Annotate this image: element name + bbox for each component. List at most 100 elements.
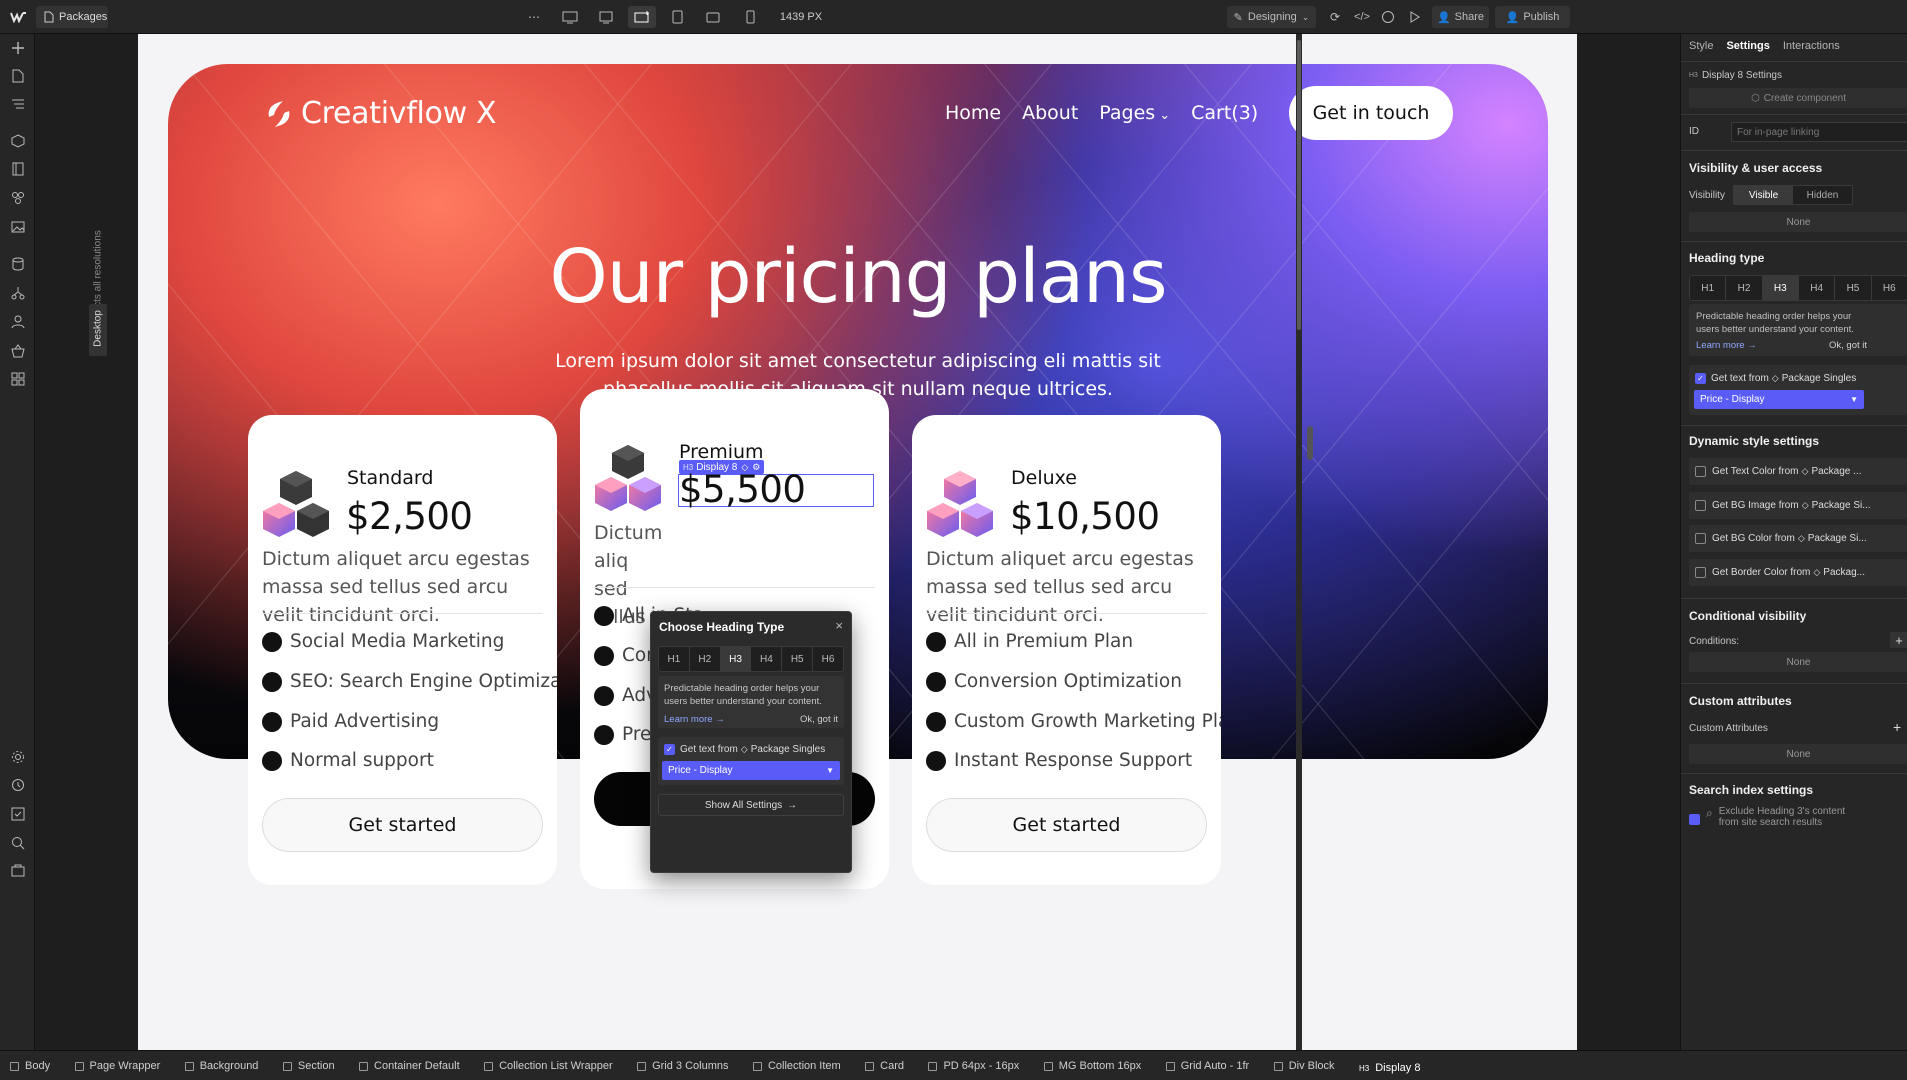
- webflow-logo-icon[interactable]: [8, 6, 30, 28]
- dynamic-bg-image[interactable]: Get BG Image from ◇ Package Si...: [1689, 492, 1907, 519]
- pages-icon[interactable]: [8, 66, 28, 86]
- tab-settings[interactable]: Settings: [1726, 40, 1769, 52]
- breadcrumb-item-current[interactable]: H3 Display 8: [1349, 1053, 1430, 1080]
- settings-gear-icon[interactable]: [8, 747, 28, 767]
- get-started-button[interactable]: Get started: [926, 798, 1207, 852]
- hidden-option[interactable]: Hidden: [1793, 186, 1852, 204]
- variables-icon[interactable]: [8, 188, 28, 208]
- ok-got-it-button[interactable]: Ok, got it: [800, 714, 838, 725]
- field-select[interactable]: Price - Display ▼: [662, 761, 840, 780]
- code-icon[interactable]: </>: [1352, 6, 1372, 28]
- breadcrumb-item[interactable]: Background: [175, 1051, 269, 1080]
- add-icon[interactable]: [8, 38, 28, 58]
- add-condition-icon[interactable]: +: [1890, 632, 1907, 648]
- canvas-scrollbar[interactable]: [1296, 34, 1302, 1050]
- share-button[interactable]: 👤 Share: [1432, 6, 1489, 28]
- dynamic-style-title[interactable]: Dynamic style settings: [1689, 434, 1819, 448]
- field-select[interactable]: Price - Display ▼: [1694, 390, 1864, 409]
- plan-price-selected[interactable]: $5,500: [678, 471, 874, 508]
- apps-icon[interactable]: [8, 369, 28, 389]
- heading-h4-option[interactable]: H4: [1799, 276, 1836, 300]
- components-icon[interactable]: [8, 131, 28, 151]
- heading-h5-option[interactable]: H5: [782, 647, 814, 671]
- heading-h6-option[interactable]: H6: [1872, 276, 1907, 300]
- users-icon[interactable]: [8, 312, 28, 332]
- learn-more-link[interactable]: Learn more →: [664, 714, 725, 725]
- checkbox[interactable]: [1695, 466, 1706, 477]
- tab-style[interactable]: Style: [1689, 40, 1713, 52]
- search-icon[interactable]: [8, 833, 28, 853]
- breadcrumb-item[interactable]: Grid Auto - 1fr: [1156, 1051, 1259, 1080]
- scrollbar-thumb[interactable]: [1297, 40, 1301, 330]
- custom-attributes-title[interactable]: Custom attributes: [1689, 694, 1792, 708]
- get-text-checkbox[interactable]: ✓: [1695, 373, 1706, 384]
- audit-icon[interactable]: [8, 775, 28, 795]
- breadcrumb-item[interactable]: Grid 3 Columns: [627, 1051, 738, 1080]
- breadcrumb-item[interactable]: Container Default: [349, 1051, 470, 1080]
- nav-cart[interactable]: Cart(3): [1191, 102, 1258, 124]
- assets-icon[interactable]: [8, 217, 28, 237]
- checkbox[interactable]: [1695, 500, 1706, 511]
- heading-h3-option[interactable]: H3: [720, 647, 752, 671]
- visibility-section-title[interactable]: Visibility & user access: [1689, 161, 1822, 175]
- breadcrumb-item[interactable]: Page Wrapper: [65, 1051, 171, 1080]
- cms-icon[interactable]: [8, 254, 28, 274]
- learn-more-link[interactable]: Learn more →: [1696, 340, 1757, 351]
- dynamic-bg-color[interactable]: Get BG Color from ◇ Package Si...: [1689, 525, 1907, 552]
- breakpoint-desktop-icon[interactable]: [594, 6, 618, 28]
- breadcrumb-item[interactable]: Collection Item: [743, 1051, 851, 1080]
- comment-icon[interactable]: [1378, 6, 1398, 28]
- checklist-icon[interactable]: [8, 804, 28, 824]
- help-icon[interactable]: [8, 861, 28, 881]
- create-component-button[interactable]: ⬡ Create component: [1689, 88, 1907, 108]
- heading-type-title[interactable]: Heading type: [1689, 251, 1764, 265]
- checkbox[interactable]: [1695, 533, 1706, 544]
- breakpoint-tablet-icon[interactable]: [666, 6, 688, 28]
- checkbox[interactable]: [1695, 567, 1706, 578]
- get-started-button[interactable]: Get started: [262, 798, 543, 852]
- breakpoint-mobile-icon[interactable]: [740, 6, 760, 28]
- heading-h4-option[interactable]: H4: [751, 647, 783, 671]
- heading-h2-option[interactable]: H2: [690, 647, 721, 671]
- breakpoint-landscape-icon[interactable]: [702, 6, 724, 28]
- preview-play-icon[interactable]: [1405, 6, 1423, 28]
- breadcrumb-item[interactable]: Section: [273, 1051, 345, 1080]
- resize-handle[interactable]: [1307, 426, 1313, 460]
- breakpoint-base-icon[interactable]: [628, 6, 656, 28]
- page-selector[interactable]: Packages: [36, 6, 108, 28]
- more-icon[interactable]: ⋯: [524, 6, 544, 28]
- breadcrumb-item[interactable]: Body: [0, 1051, 60, 1080]
- dynamic-text-color[interactable]: Get Text Color from ◇ Package ...: [1689, 458, 1907, 485]
- heading-h3-option[interactable]: H3: [1762, 276, 1799, 300]
- visibility-none[interactable]: None: [1689, 212, 1907, 232]
- exclude-checkbox[interactable]: [1689, 814, 1700, 825]
- id-input[interactable]: For in-page linking: [1731, 122, 1907, 142]
- get-text-checkbox[interactable]: ✓: [664, 744, 675, 755]
- breadcrumb-item[interactable]: Card: [855, 1051, 914, 1080]
- heading-h1-option[interactable]: H1: [659, 647, 690, 671]
- close-icon[interactable]: ×: [835, 618, 843, 633]
- breakpoint-desktop-large-icon[interactable]: [558, 6, 582, 28]
- visible-option[interactable]: Visible: [1734, 186, 1793, 204]
- ok-got-it-button[interactable]: Ok, got it: [1829, 340, 1867, 351]
- publish-button[interactable]: 👤 Publish: [1495, 6, 1570, 28]
- desktop-breakpoint-tag[interactable]: Desktop: [89, 304, 107, 356]
- heading-h1-option[interactable]: H1: [1690, 276, 1727, 300]
- breadcrumb-item[interactable]: PD 64px - 16px: [918, 1051, 1029, 1080]
- heading-h6-option[interactable]: H6: [813, 647, 843, 671]
- nav-about[interactable]: About: [1022, 102, 1078, 124]
- breadcrumb-item[interactable]: Div Block: [1264, 1051, 1345, 1080]
- sync-icon[interactable]: ⟳: [1326, 6, 1344, 28]
- heading-h2-option[interactable]: H2: [1726, 276, 1763, 300]
- search-index-title[interactable]: Search index settings: [1689, 783, 1813, 797]
- ecommerce-icon[interactable]: [8, 341, 28, 361]
- site-logo[interactable]: Creativflow X: [265, 96, 497, 131]
- heading-h5-option[interactable]: H5: [1835, 276, 1872, 300]
- logic-icon[interactable]: [8, 283, 28, 303]
- mode-dropdown[interactable]: ✎ Designing ⌄: [1227, 6, 1316, 28]
- navigator-icon[interactable]: [8, 94, 28, 114]
- tab-interactions[interactable]: Interactions: [1783, 40, 1840, 52]
- show-all-settings-button[interactable]: Show All Settings →: [658, 794, 844, 816]
- breadcrumb-item[interactable]: MG Bottom 16px: [1034, 1051, 1152, 1080]
- dynamic-border-color[interactable]: Get Border Color from ◇ Packag...: [1689, 559, 1907, 586]
